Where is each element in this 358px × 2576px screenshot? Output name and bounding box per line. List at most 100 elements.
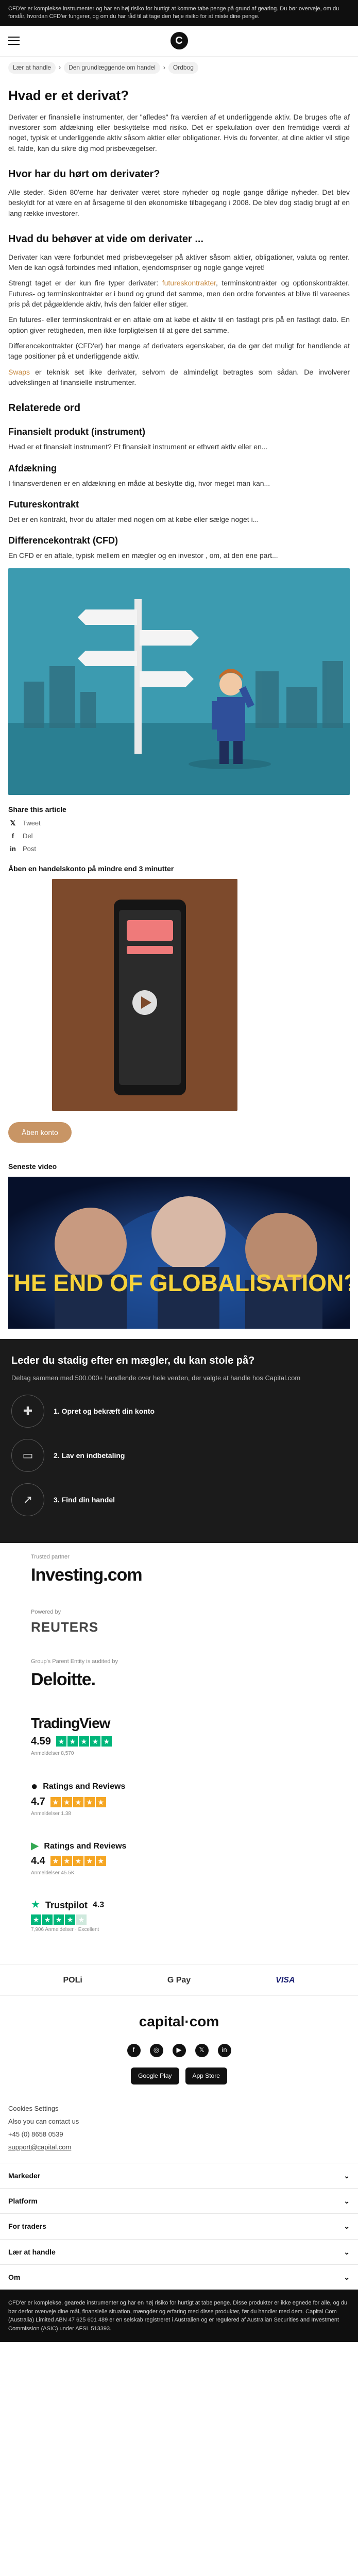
email-link[interactable]: support@capital.com bbox=[8, 2143, 350, 2153]
trustpilot-logo: Trustpilot bbox=[45, 1900, 88, 1910]
share-label: Tweet bbox=[23, 819, 41, 827]
menu-label: Lær at handle bbox=[8, 2247, 56, 2256]
menu-label: Platform bbox=[8, 2196, 38, 2205]
social-links: f ◎ ▶ 𝕏 in bbox=[0, 2043, 358, 2057]
youtube-icon[interactable]: ▶ bbox=[172, 2043, 186, 2057]
cta-title: Leder du stadig efter en mægler, du kan … bbox=[11, 1355, 255, 1367]
apple-icon: ● bbox=[31, 1780, 38, 1793]
tradingview-block: TradingView 4.59 ★ ★ ★ ★ ★ Anmeldelser 8,570 bbox=[31, 1713, 327, 1757]
chevron-right-icon: › bbox=[59, 63, 61, 71]
trust-section: Trusted partner Investing.com Powered by… bbox=[0, 1543, 358, 1964]
deloitte-logo: Deloitte. bbox=[31, 1670, 96, 1690]
share-facebook[interactable]: f Del bbox=[8, 832, 350, 841]
facebook-icon: f bbox=[11, 832, 14, 840]
article: Hvad er et derivat? Derivater er finansi… bbox=[0, 86, 358, 1329]
video-section-title: Åben en handelskonto på mindre end 3 min… bbox=[8, 864, 174, 873]
term-title[interactable]: Afdækning bbox=[8, 462, 350, 475]
star-icons: ★ ★ ★ ★ ★ bbox=[50, 1856, 107, 1867]
payment-methods: POLi G Pay VISA bbox=[0, 1964, 358, 1996]
share-twitter[interactable]: 𝕏 Tweet bbox=[8, 819, 350, 828]
businessman-signpost-image bbox=[8, 568, 350, 795]
phone-link[interactable]: +45 (0) 8658 0539 bbox=[8, 2130, 350, 2140]
poli-logo: POLi bbox=[63, 1976, 82, 1985]
reuters-logo: REUTERS bbox=[31, 1619, 99, 1635]
auditor-block: Group's Parent Entity is audited by Delo… bbox=[31, 1658, 327, 1692]
swaps-link[interactable]: Swaps bbox=[8, 368, 30, 376]
step-label: 2. Lav en indbetaling bbox=[54, 1451, 125, 1460]
menu-label: Markeder bbox=[8, 2171, 41, 2180]
breadcrumb: Lær at handle › Den grundlæggende om han… bbox=[0, 57, 358, 79]
powered-block: Powered by REUTERS bbox=[31, 1608, 327, 1637]
term-title[interactable]: Futureskontrakt bbox=[8, 498, 350, 511]
twitter-icon[interactable]: 𝕏 bbox=[195, 2043, 209, 2057]
site-header: C bbox=[0, 26, 358, 57]
tradingview-rating: 4.59 ★ ★ ★ ★ ★ bbox=[31, 1734, 327, 1749]
latest-video[interactable]: THE END OF GLOBALISATION? bbox=[8, 1177, 350, 1329]
open-account-button[interactable]: Åben konto bbox=[8, 1122, 72, 1143]
star-icons: ★ ★ ★ ★ ★ bbox=[31, 1914, 327, 1925]
rating-count: Anmeldelser 8,570 bbox=[31, 1750, 74, 1756]
cta-text: Deltag sammen med 500.000+ handlende ove… bbox=[11, 1374, 301, 1382]
related-terms: Finansielt produkt (instrument) Hvad er … bbox=[8, 425, 350, 561]
linkedin-icon[interactable]: in bbox=[217, 2043, 231, 2057]
cookies-settings-link[interactable]: Cookies Settings bbox=[8, 2104, 350, 2114]
powered-label: Powered by bbox=[31, 1609, 61, 1616]
legal-disclaimer: CFD'er er komplekse, gearede instrumente… bbox=[0, 2290, 358, 2343]
contact-info: Cookies Settings Also you can contact us… bbox=[0, 2096, 358, 2162]
app-store-badge[interactable]: App Store bbox=[185, 2067, 227, 2085]
paragraph: Strengt taget er der kun fire typer deri… bbox=[8, 278, 350, 309]
term-title[interactable]: Finansielt produkt (instrument) bbox=[8, 425, 350, 438]
page: CFD'er er komplekse instrumenter og har … bbox=[0, 0, 358, 2343]
ratings-title: Ratings and Reviews bbox=[44, 1841, 127, 1851]
share-linkedin[interactable]: in Post bbox=[8, 844, 350, 854]
footer-logo[interactable]: capital·com bbox=[0, 2011, 358, 2032]
menu-label: Om bbox=[8, 2273, 21, 2281]
chevron-down-icon: ⌄ bbox=[344, 2222, 350, 2231]
contact-label: Also you can contact us bbox=[8, 2117, 79, 2126]
google-play-badge[interactable]: Google Play bbox=[131, 2067, 179, 2085]
futures-link[interactable]: futureskontrakter bbox=[162, 279, 216, 287]
paragraph: Differencekontrakter (CFD'er) har mange … bbox=[8, 341, 350, 361]
latest-video-thumbnail: THE END OF GLOBALISATION? bbox=[8, 1177, 350, 1329]
chevron-down-icon: ⌄ bbox=[344, 2247, 350, 2256]
paragraph: En futures- eller terminskontrakt er en … bbox=[8, 315, 350, 334]
facebook-icon[interactable]: f bbox=[127, 2043, 141, 2057]
tradingview-logo: TradingView bbox=[31, 1715, 110, 1732]
paragraph: Alle steder. Siden 80'erne har derivater… bbox=[8, 188, 350, 217]
footer-menu-item[interactable]: Markeder ⌄ bbox=[0, 2162, 358, 2188]
chevron-down-icon: ⌄ bbox=[344, 2196, 350, 2205]
capital-logo[interactable]: C bbox=[170, 32, 188, 50]
gpay-logo: G Pay bbox=[167, 1976, 191, 1985]
footer-menu-item[interactable]: Om ⌄ bbox=[0, 2264, 358, 2290]
share-label: Post bbox=[23, 844, 37, 853]
risk-warning-banner: CFD'er er komplekse instrumenter og har … bbox=[0, 0, 358, 26]
latest-video-title: Seneste video bbox=[8, 1162, 57, 1171]
promo-video-thumbnail bbox=[52, 878, 237, 1111]
footer-menu-item[interactable]: For traders ⌄ bbox=[0, 2213, 358, 2239]
step-label: 1. Opret og bekræft din konto bbox=[54, 1407, 155, 1416]
share-section: Share this article 𝕏 Tweet f Del in Post bbox=[8, 804, 350, 854]
footer-menu-item[interactable]: Platform ⌄ bbox=[0, 2188, 358, 2213]
menu-icon[interactable] bbox=[8, 37, 20, 45]
trustpilot-title-row: ★ Trustpilot 4.3 bbox=[31, 1897, 327, 1912]
rating-count: Anmeldelser 45.5K bbox=[31, 1870, 75, 1876]
paragraph: Derivater kan være forbundet med prisbev… bbox=[8, 252, 350, 272]
google-play-icon: ▶ bbox=[31, 1840, 39, 1852]
instagram-icon[interactable]: ◎ bbox=[149, 2043, 163, 2057]
investing-logo: Investing.com bbox=[31, 1565, 143, 1585]
user-plus-icon: ✚ bbox=[11, 1395, 44, 1428]
partner-label: Trusted partner bbox=[31, 1554, 70, 1561]
partner-block: Trusted partner Investing.com bbox=[31, 1553, 327, 1588]
breadcrumb-item[interactable]: Den grundlæggende om handel bbox=[64, 61, 160, 74]
twitter-icon: 𝕏 bbox=[10, 819, 16, 827]
footer-menu-item[interactable]: Lær at handle ⌄ bbox=[0, 2239, 358, 2264]
term-title[interactable]: Differencekontrakt (CFD) bbox=[8, 534, 350, 547]
breadcrumb-item[interactable]: Ordbog bbox=[168, 61, 198, 74]
section-heading: Hvor har du hørt om derivater? bbox=[8, 168, 160, 180]
trustpilot-star-icon: ★ bbox=[31, 1899, 40, 1911]
section-heading: Relaterede ord bbox=[8, 402, 81, 414]
promo-video[interactable] bbox=[52, 878, 237, 1111]
googleplay-title-row: ▶ Ratings and Reviews bbox=[31, 1839, 327, 1854]
breadcrumb-item[interactable]: Lær at handle bbox=[8, 61, 56, 74]
cta-section: Leder du stadig efter en mægler, du kan … bbox=[0, 1339, 358, 1544]
